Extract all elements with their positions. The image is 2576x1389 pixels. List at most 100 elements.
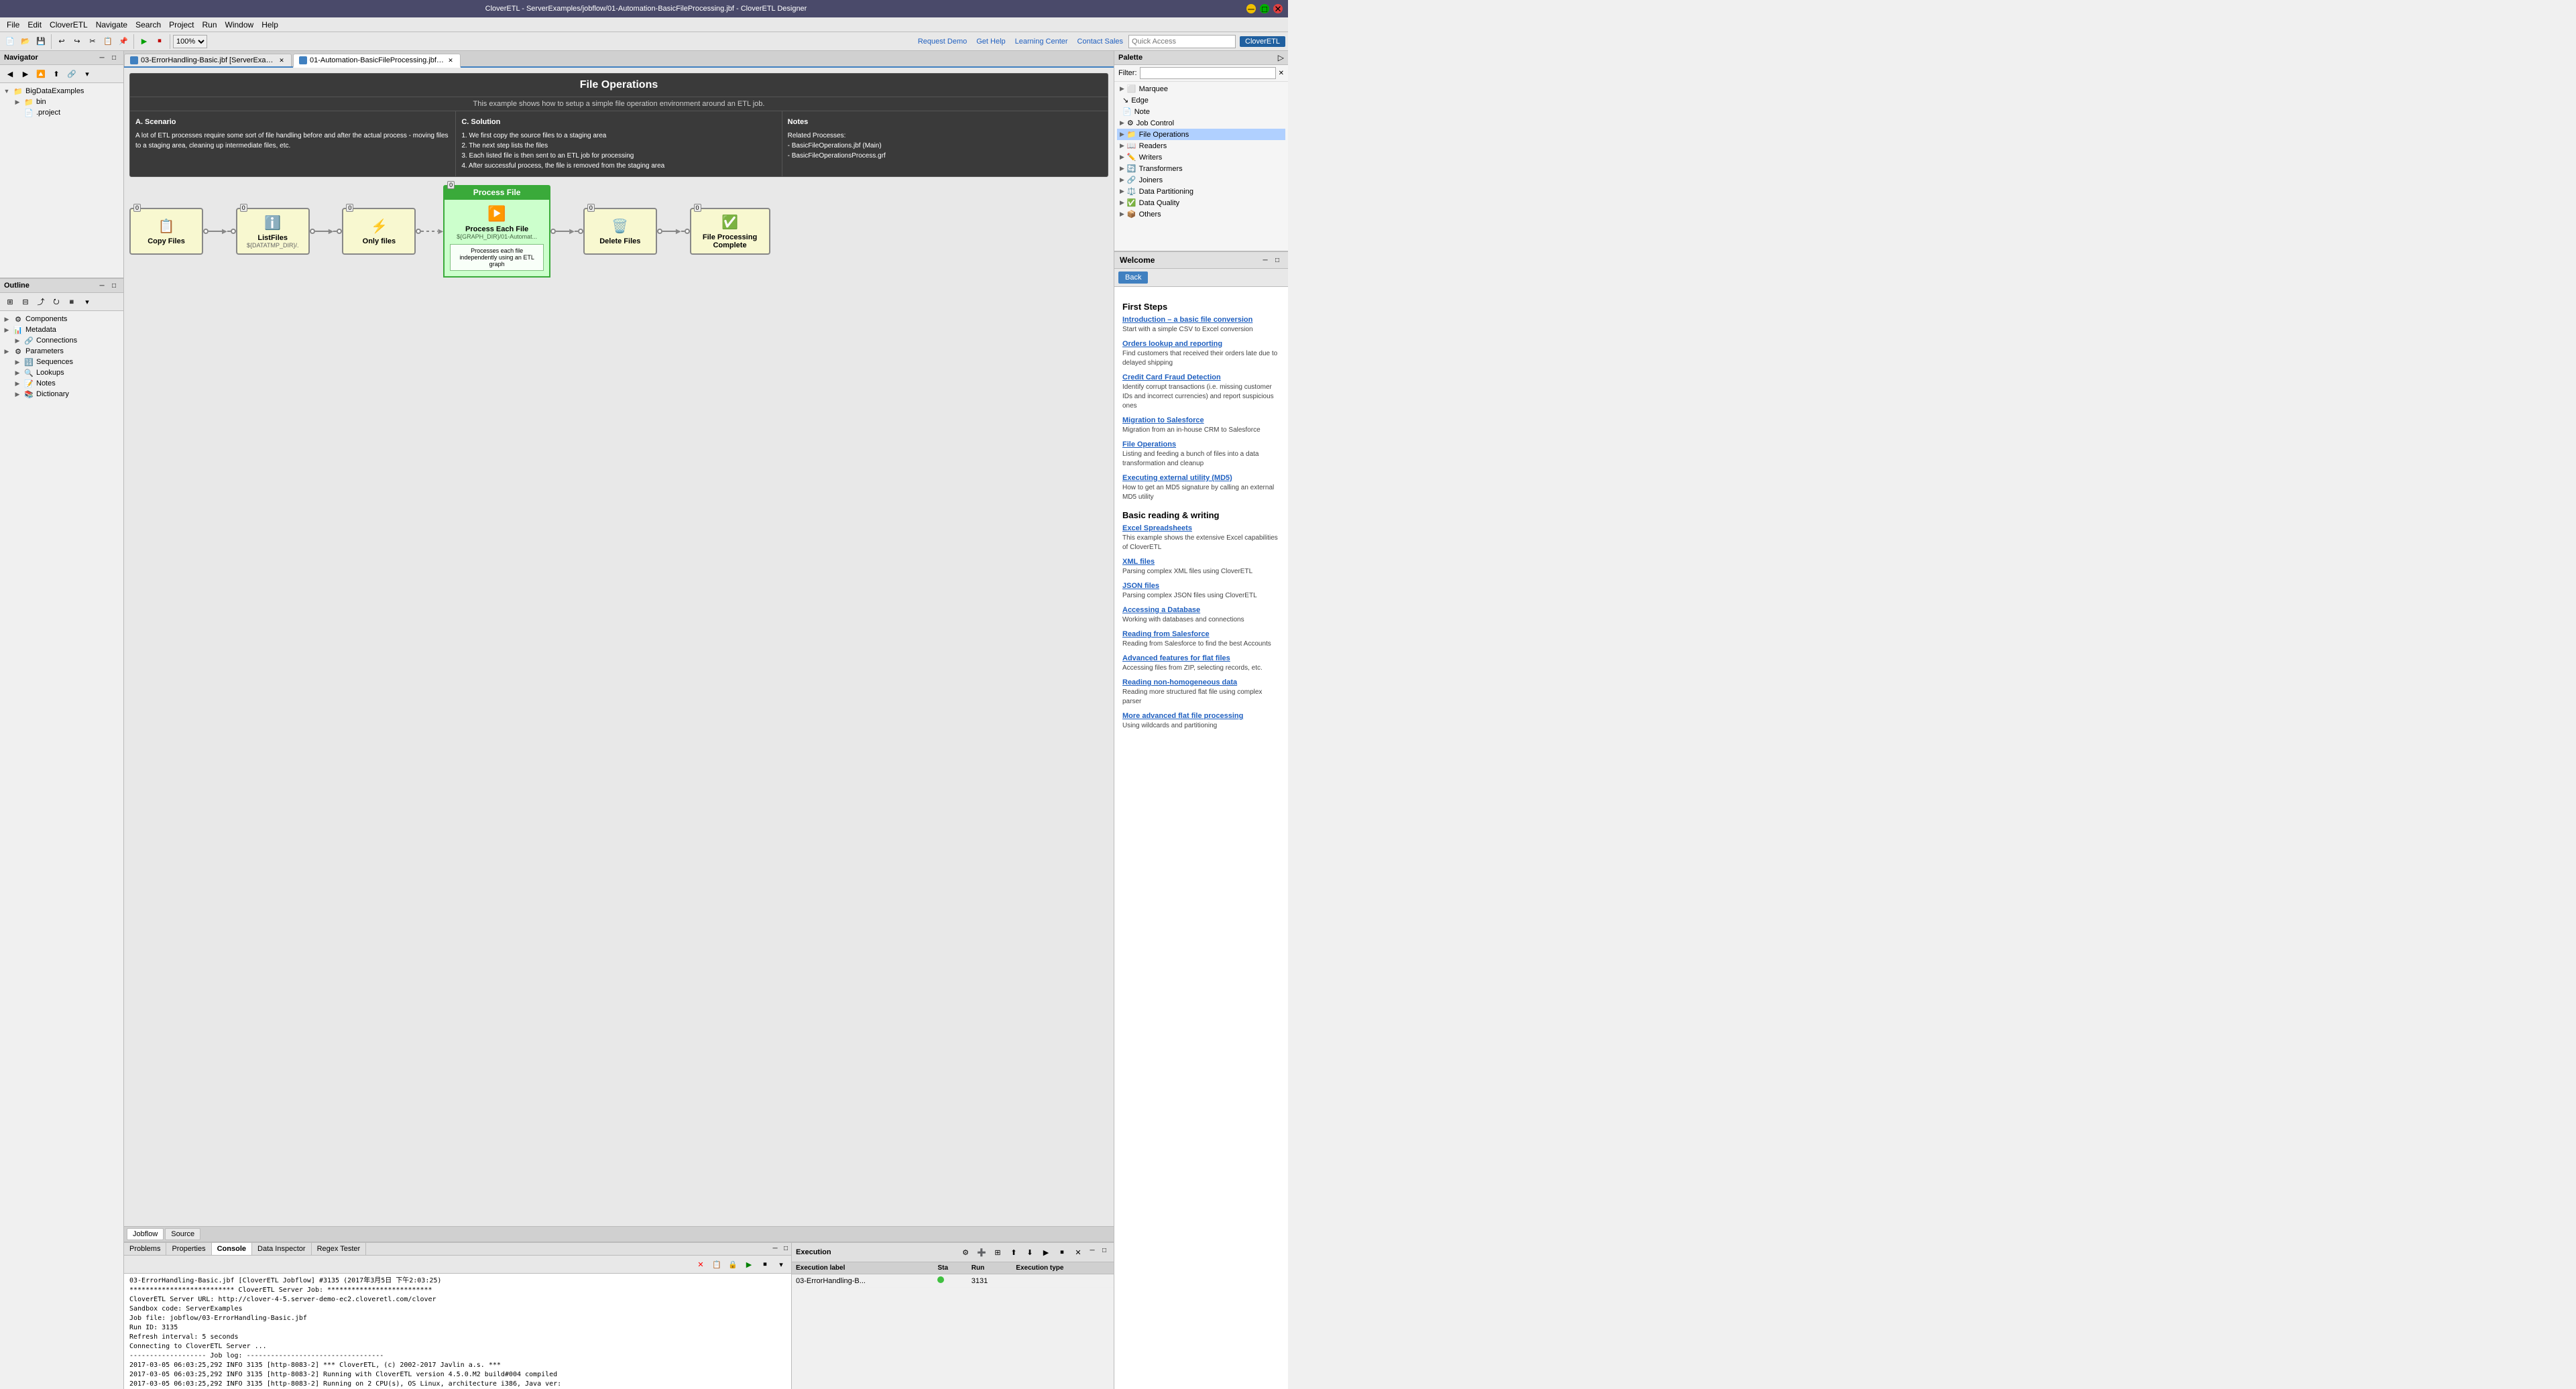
outline-dictionary[interactable]: ▶ 📚 Dictionary: [3, 389, 121, 400]
exec-btn5[interactable]: ⬇: [1022, 1245, 1037, 1260]
quick-access-input[interactable]: [1128, 35, 1236, 48]
navigator-minimize-button[interactable]: ─: [97, 52, 107, 63]
open-button[interactable]: 📂: [18, 34, 33, 49]
welcome-back-button[interactable]: Back: [1118, 271, 1148, 284]
outline-sequences-toggle[interactable]: ▶: [13, 358, 21, 366]
welcome-link-5[interactable]: Executing external utility (MD5): [1122, 474, 1280, 482]
palette-item-datapartitioning[interactable]: ▶ ⚖️ Data Partitioning: [1117, 186, 1285, 197]
outline-connections-toggle[interactable]: ▶: [13, 337, 21, 345]
learning-center-link[interactable]: Learning Center: [1015, 38, 1068, 46]
console-tab-properties[interactable]: Properties: [166, 1243, 211, 1255]
run-button[interactable]: ▶: [137, 34, 152, 49]
palette-item-marquee[interactable]: ▶ ⬜ Marquee: [1117, 83, 1285, 95]
welcome-link-4[interactable]: File Operations: [1122, 440, 1280, 448]
copy-button[interactable]: 📋: [101, 34, 115, 49]
outline-lookups-toggle[interactable]: ▶: [13, 369, 21, 377]
cloveretl-button[interactable]: CloverETL: [1240, 36, 1285, 47]
listfiles-box[interactable]: 0 ℹ️ ListFiles ${DATATMP_DIR}/.: [236, 208, 310, 255]
welcome-blink-2[interactable]: JSON files: [1122, 582, 1280, 590]
tree-item-project[interactable]: 📄 .project: [13, 107, 121, 118]
palette-item-fileops[interactable]: ▶ 📁 File Operations: [1117, 129, 1285, 140]
palette-item-edge[interactable]: ↘ Edge: [1117, 95, 1285, 106]
palette-item-others[interactable]: ▶ 📦 Others: [1117, 208, 1285, 220]
outline-lookups[interactable]: ▶ 🔍 Lookups: [3, 367, 121, 378]
console-scroll-lock-button[interactable]: 🔒: [725, 1257, 740, 1272]
outline-parameters-toggle[interactable]: ▶: [3, 347, 11, 355]
outline-components[interactable]: ▶ ⚙ Components: [3, 314, 121, 324]
console-stop-button[interactable]: ⏹: [758, 1257, 772, 1272]
welcome-blink-1[interactable]: XML files: [1122, 558, 1280, 566]
complete-node[interactable]: 0 ✅ File Processing Complete: [690, 208, 770, 255]
welcome-blink-6[interactable]: Reading non-homogeneous data: [1122, 678, 1280, 686]
minimize-button[interactable]: ─: [1246, 4, 1256, 13]
exec-maximize-button[interactable]: □: [1099, 1245, 1110, 1256]
console-minimize-button[interactable]: ─: [770, 1243, 780, 1254]
console-content[interactable]: 03-ErrorHandling-Basic.jbf [CloverETL Jo…: [124, 1274, 791, 1389]
console-tab-datainspector[interactable]: Data Inspector: [252, 1243, 312, 1255]
palette-item-transformers[interactable]: ▶ 🔄 Transformers: [1117, 163, 1285, 174]
welcome-minimize-button[interactable]: ─: [1260, 255, 1271, 265]
welcome-blink-3[interactable]: Accessing a Database: [1122, 606, 1280, 614]
redo-button[interactable]: ↪: [70, 34, 84, 49]
outline-btn3[interactable]: ⤴: [34, 294, 48, 309]
welcome-link-0[interactable]: Introduction – a basic file conversion: [1122, 316, 1280, 324]
navigator-maximize-button[interactable]: □: [109, 52, 119, 63]
canvas-tab-source[interactable]: Source: [165, 1228, 200, 1240]
zoom-select[interactable]: 100%: [173, 35, 207, 48]
contact-sales-link[interactable]: Contact Sales: [1077, 38, 1123, 46]
request-demo-link[interactable]: Request Demo: [918, 38, 967, 46]
console-tab-problems[interactable]: Problems: [124, 1243, 166, 1255]
paste-button[interactable]: 📌: [116, 34, 131, 49]
outline-dictionary-toggle[interactable]: ▶: [13, 390, 21, 398]
welcome-blink-7[interactable]: More advanced flat file processing: [1122, 712, 1280, 720]
stop-button[interactable]: ⏹: [152, 34, 167, 49]
outline-btn1[interactable]: ⊞: [3, 294, 17, 309]
exec-minimize-button[interactable]: ─: [1087, 1245, 1098, 1256]
deletefiles-box[interactable]: 0 🗑️ Delete Files: [583, 208, 657, 255]
welcome-link-1[interactable]: Orders lookup and reporting: [1122, 340, 1280, 348]
exec-btn1[interactable]: ⚙: [958, 1245, 973, 1260]
onlyfiles-box[interactable]: 0 ⚡ Only files: [342, 208, 416, 255]
outline-btn4[interactable]: ⭮: [49, 294, 64, 309]
tab-errorhandling[interactable]: 03-ErrorHandling-Basic.jbf [ServerExampl…: [124, 54, 292, 66]
deletefiles-node[interactable]: 0 🗑️ Delete Files: [583, 208, 657, 255]
cut-button[interactable]: ✂: [85, 34, 100, 49]
outline-connections[interactable]: ▶ 🔗 Connections: [3, 335, 121, 346]
menu-project[interactable]: Project: [165, 19, 198, 31]
maximize-button[interactable]: □: [1260, 4, 1269, 13]
close-button[interactable]: ✕: [1273, 4, 1283, 13]
console-tab-regextester[interactable]: Regex Tester: [312, 1243, 367, 1255]
get-help-link[interactable]: Get Help: [976, 38, 1005, 46]
tab-automation[interactable]: 01-Automation-BasicFileProcessing.jbf [S…: [293, 54, 461, 68]
process-node[interactable]: Process File 0 ▶️ Process Each File ${GR…: [443, 185, 550, 278]
nav-collapse-button[interactable]: ⬆: [49, 66, 64, 81]
menu-window[interactable]: Window: [221, 19, 258, 31]
outline-metadata[interactable]: ▶ 📊 Metadata: [3, 324, 121, 335]
palette-item-dataquality[interactable]: ▶ ✅ Data Quality: [1117, 197, 1285, 208]
outline-metadata-toggle[interactable]: ▶: [3, 326, 11, 334]
palette-item-jobcontrol[interactable]: ▶ ⚙ Job Control: [1117, 117, 1285, 129]
menu-file[interactable]: File: [3, 19, 23, 31]
palette-item-writers[interactable]: ▶ ✏️ Writers: [1117, 152, 1285, 163]
exec-btn7[interactable]: ⏹: [1055, 1245, 1069, 1260]
process-node-body[interactable]: 0 ▶️ Process Each File ${GRAPH_DIR}/01-A…: [443, 200, 550, 278]
outline-notes-toggle[interactable]: ▶: [13, 379, 21, 387]
welcome-blink-0[interactable]: Excel Spreadsheets: [1122, 524, 1280, 532]
outline-btn2[interactable]: ⊟: [18, 294, 33, 309]
exec-btn8[interactable]: ✕: [1071, 1245, 1086, 1260]
save-button[interactable]: 💾: [34, 34, 48, 49]
outline-notes[interactable]: ▶ 📝 Notes: [3, 378, 121, 389]
table-row[interactable]: 03-ErrorHandling-B... 3131: [792, 1274, 1114, 1288]
palette-filter-input[interactable]: [1140, 67, 1276, 79]
outline-components-toggle[interactable]: ▶: [3, 315, 11, 323]
exec-btn6[interactable]: ▶: [1039, 1245, 1053, 1260]
welcome-maximize-button[interactable]: □: [1272, 255, 1283, 265]
palette-expand-button[interactable]: ▷: [1278, 53, 1284, 62]
welcome-link-3[interactable]: Migration to Salesforce: [1122, 416, 1280, 424]
welcome-blink-4[interactable]: Reading from Salesforce: [1122, 630, 1280, 638]
menu-edit[interactable]: Edit: [23, 19, 46, 31]
console-run-button[interactable]: ▶: [742, 1257, 756, 1272]
tab-errorhandling-close[interactable]: ✕: [278, 56, 286, 64]
copy-files-box[interactable]: 0 📋 Copy Files: [129, 208, 203, 255]
outline-btn5[interactable]: ◾: [64, 294, 79, 309]
